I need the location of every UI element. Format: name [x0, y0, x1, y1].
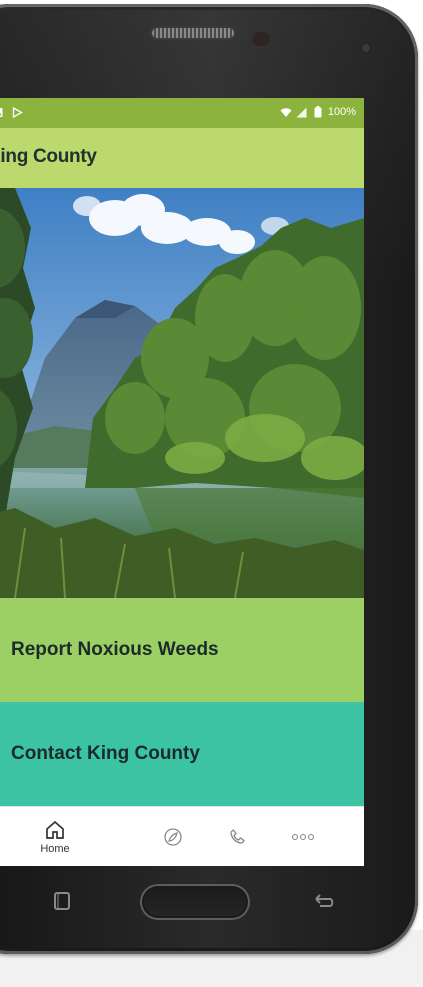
nav-more[interactable]	[283, 807, 323, 866]
phone-screen: 7	[0, 98, 364, 866]
earpiece-speaker	[152, 28, 234, 38]
status-right: 100%	[280, 106, 356, 118]
recent-apps-key-icon[interactable]	[50, 890, 74, 912]
nav-weeds[interactable]	[155, 807, 191, 866]
contact-king-county-button[interactable]: Contact King County	[0, 702, 364, 806]
image-icon	[0, 106, 3, 118]
contact-king-county-label: Contact King County	[11, 743, 200, 764]
app-title: King County	[0, 146, 97, 167]
nav-home[interactable]: Home	[27, 807, 83, 866]
page: 7	[0, 0, 423, 987]
leaf-icon	[164, 828, 182, 846]
signal-icon	[296, 106, 308, 118]
battery-icon	[312, 106, 324, 118]
bottom-navigation: Home	[0, 806, 364, 866]
play-store-icon	[11, 106, 23, 118]
report-noxious-weeds-label: Report Noxious Weeds	[11, 639, 219, 660]
app-bar: King County	[0, 128, 364, 188]
status-bar: 7	[0, 98, 364, 128]
front-camera-icon	[362, 44, 370, 52]
nav-home-label: Home	[40, 843, 70, 855]
wifi-icon	[280, 106, 292, 118]
more-icon	[291, 833, 315, 841]
hero-landscape-image	[0, 188, 364, 598]
back-key-icon[interactable]	[312, 892, 336, 912]
home-icon	[46, 820, 64, 839]
battery-percent: 100%	[327, 106, 356, 118]
nav-contact[interactable]	[219, 807, 255, 866]
proximity-sensor	[252, 32, 270, 46]
report-noxious-weeds-button[interactable]: Report Noxious Weeds	[0, 598, 364, 702]
phone-icon	[230, 829, 245, 844]
status-left: 7	[0, 106, 23, 118]
home-hardware-button[interactable]	[140, 884, 250, 920]
phone-frame: 7	[0, 4, 418, 954]
